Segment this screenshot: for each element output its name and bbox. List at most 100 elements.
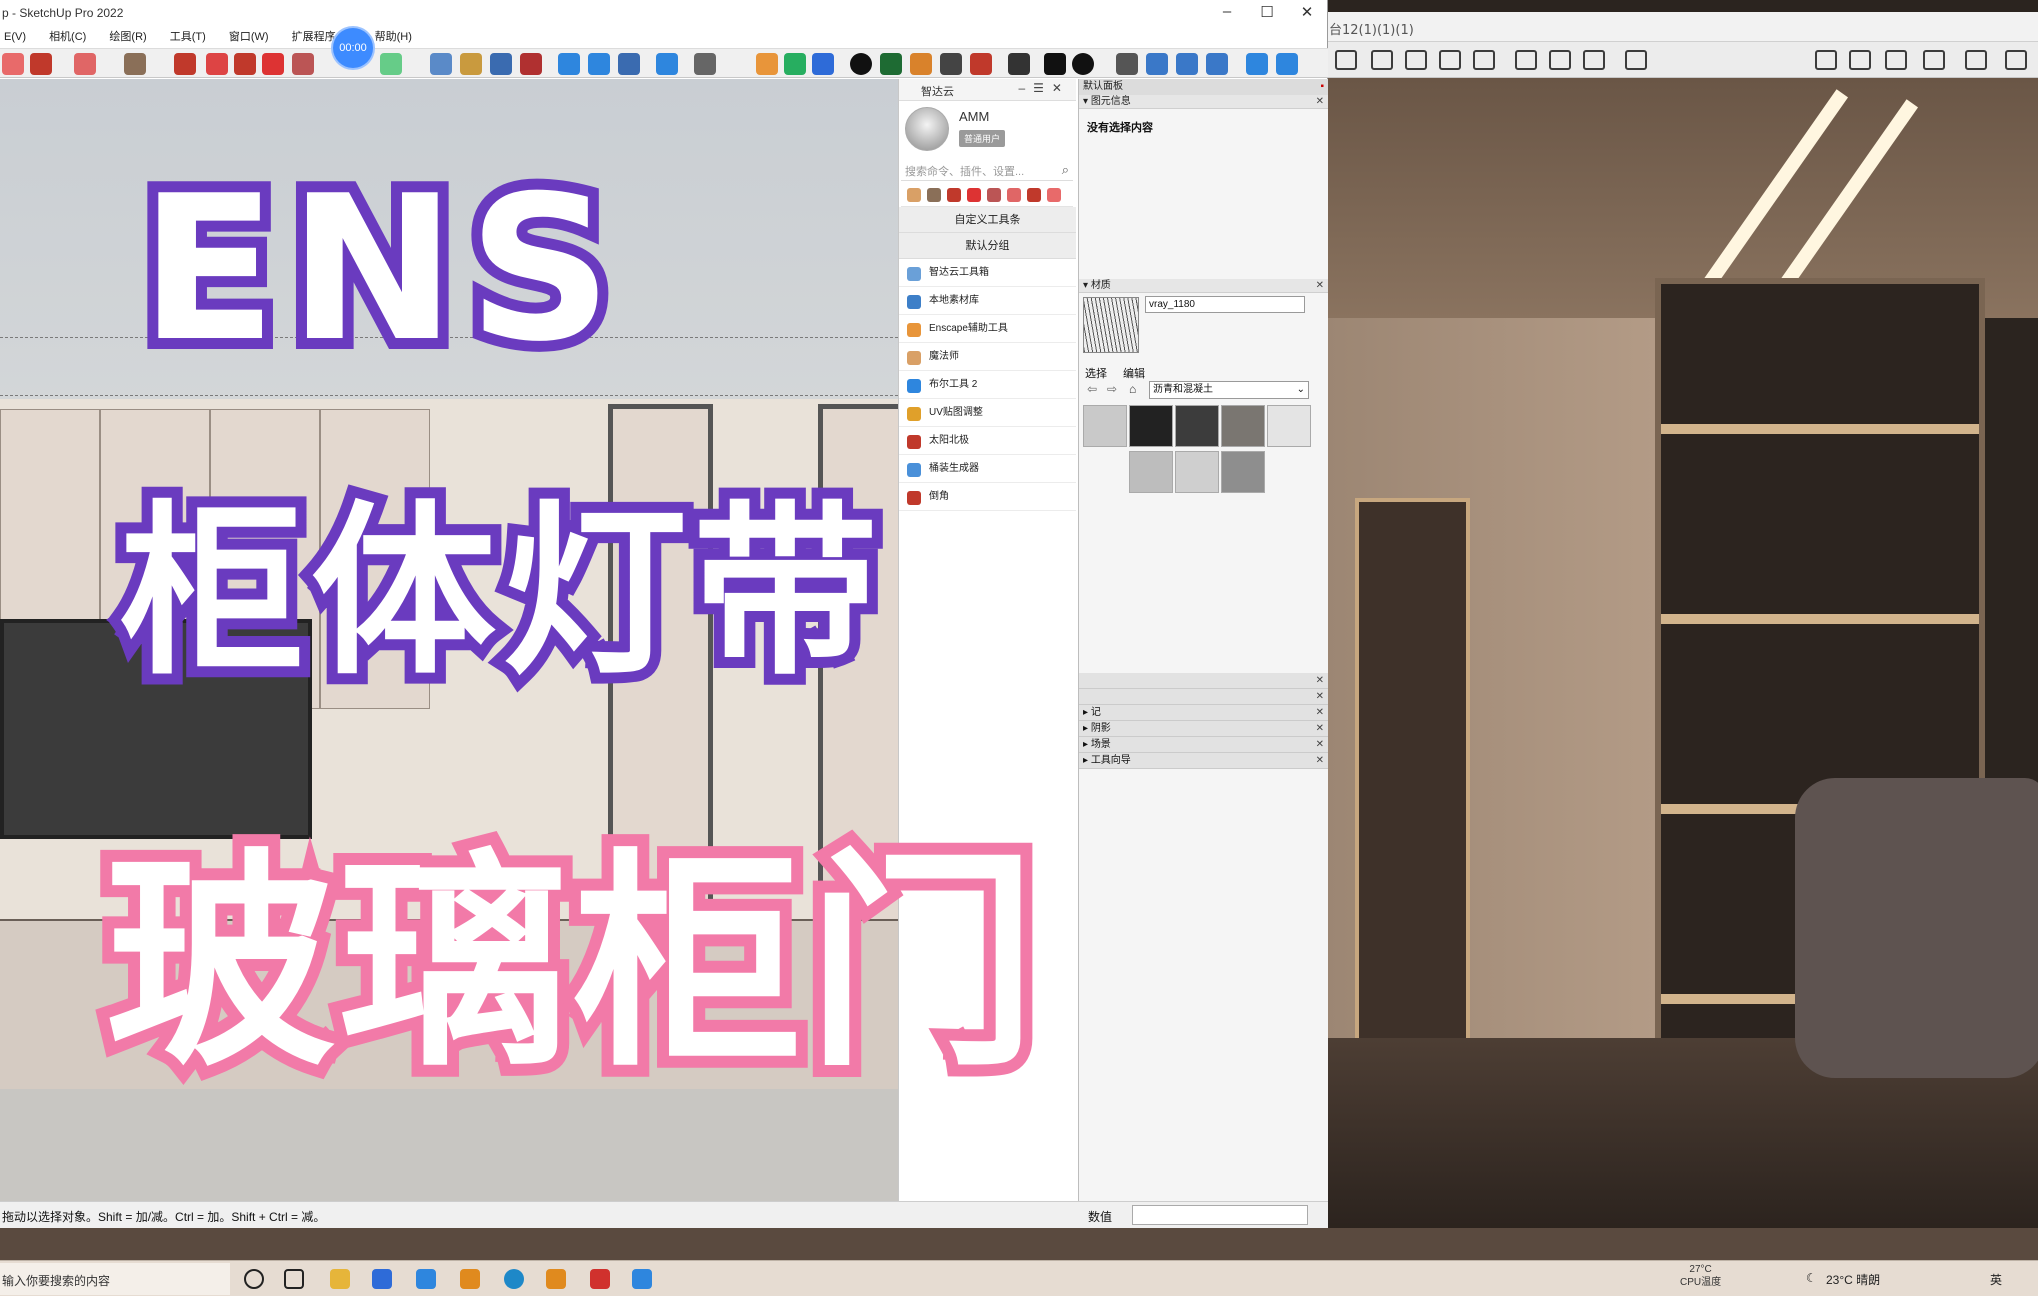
tray-panel-scenes[interactable]: ▸ 场景 ✕ — [1079, 737, 1328, 753]
forward-arrow-icon[interactable]: ⇨ — [1107, 382, 1117, 396]
netease-music-icon[interactable] — [590, 1269, 610, 1289]
tray-header[interactable]: 默认面板 ▪ — [1079, 79, 1328, 95]
material-swatch[interactable] — [1221, 405, 1265, 447]
menu-window[interactable]: 窗口(W) — [229, 26, 269, 48]
task-view-icon[interactable] — [284, 1269, 304, 1289]
library-icon[interactable] — [1923, 50, 1945, 70]
section-default-group[interactable]: 默认分组 — [899, 233, 1076, 259]
plugin-item[interactable]: UV贴图调整 — [899, 399, 1076, 427]
gear-icon[interactable] — [1008, 53, 1030, 75]
material-swatch[interactable] — [1221, 451, 1265, 493]
entity-info-header[interactable]: ▾ 图元信息 ✕ — [1079, 95, 1328, 109]
render-window-titlebar[interactable]: 台12(1)(1)(1) — [1325, 12, 2038, 42]
material-swatch[interactable] — [1129, 405, 1173, 447]
push-icon[interactable] — [1027, 188, 1041, 202]
material-swatch[interactable] — [1267, 405, 1311, 447]
close-icon[interactable]: ✕ — [1316, 753, 1324, 769]
menu-view[interactable]: E(V) — [4, 26, 26, 48]
plugin-item[interactable]: 智达云工具箱 — [899, 259, 1076, 287]
add-icon[interactable] — [850, 53, 872, 75]
account-icon[interactable] — [694, 53, 716, 75]
top-view-icon[interactable] — [1176, 53, 1198, 75]
material-swatch[interactable] — [1175, 451, 1219, 493]
move-icon[interactable] — [947, 188, 961, 202]
search-icon[interactable]: ⌕ — [1062, 162, 1069, 178]
follow-me-icon[interactable] — [206, 53, 228, 75]
app-icon[interactable] — [460, 1269, 480, 1289]
tray-panel-blank[interactable]: ✕ — [1079, 673, 1328, 689]
zoom-icon[interactable] — [490, 53, 512, 75]
batch-export-icon[interactable] — [1549, 50, 1571, 70]
exe-export-icon[interactable] — [1625, 50, 1647, 70]
material-swatch[interactable] — [1129, 451, 1173, 493]
orbit-icon[interactable] — [430, 53, 452, 75]
app-icon[interactable] — [546, 1269, 566, 1289]
home-icon[interactable]: ⌂ — [1129, 382, 1136, 396]
extension-icon[interactable] — [812, 53, 834, 75]
panorama-icon[interactable] — [1583, 50, 1605, 70]
close-button[interactable]: ✕ — [1292, 3, 1322, 21]
plugin-item[interactable]: 桶装生成器 — [899, 455, 1076, 483]
follow-icon[interactable] — [1007, 188, 1021, 202]
paint-bucket-icon[interactable] — [380, 53, 402, 75]
sketchup-icon[interactable] — [632, 1269, 652, 1289]
close-icon[interactable]: ✕ — [1316, 689, 1324, 705]
axes-icon[interactable] — [1116, 53, 1138, 75]
info-icon[interactable] — [1072, 53, 1094, 75]
plugin-item[interactable]: 布尔工具 2 — [899, 371, 1076, 399]
rotate-icon[interactable] — [262, 53, 284, 75]
layers-icon[interactable] — [618, 53, 640, 75]
titlebar[interactable]: p - SketchUp Pro 2022 – ☐ ✕ — [0, 0, 1327, 26]
section-plane-icon[interactable] — [558, 53, 580, 75]
checker-icon[interactable] — [940, 53, 962, 75]
plugin-item[interactable]: 本地素材库 — [899, 287, 1076, 315]
settings-tool-icon[interactable] — [1965, 50, 1987, 70]
menu-camera[interactable]: 相机(C) — [49, 26, 86, 48]
cortana-icon[interactable] — [244, 1269, 264, 1289]
file-explorer-icon[interactable] — [330, 1269, 350, 1289]
shape-tool-icon[interactable] — [1405, 50, 1427, 70]
tray-close-icon[interactable]: ▪ — [1320, 79, 1324, 95]
rotate-icon[interactable] — [967, 188, 981, 202]
building-icon[interactable] — [1439, 50, 1461, 70]
clapper-icon[interactable] — [1473, 50, 1495, 70]
rect-icon[interactable] — [927, 188, 941, 202]
mail-app-icon[interactable] — [416, 1269, 436, 1289]
plugin-item[interactable]: Enscape辅助工具 — [899, 315, 1076, 343]
map-icon[interactable] — [1815, 50, 1837, 70]
tray-panel-instructor[interactable]: ▸ 工具向导 ✕ — [1079, 753, 1328, 769]
close-icon[interactable]: ✕ — [1316, 737, 1324, 753]
material-library-select[interactable]: 沥青和混凝土 ⌄ — [1149, 381, 1309, 399]
store-icon[interactable] — [372, 1269, 392, 1289]
more-tool-icon[interactable] — [2005, 50, 2027, 70]
tray-panel-tags[interactable]: ▸ 记 ✕ — [1079, 705, 1328, 721]
refresh-icon[interactable] — [784, 53, 806, 75]
pan-icon[interactable] — [460, 53, 482, 75]
materials-header[interactable]: ▾ 材质 ✕ — [1079, 279, 1328, 293]
render-viewport[interactable] — [1325, 78, 2038, 1232]
avatar[interactable] — [905, 107, 949, 151]
sandbox-icon[interactable] — [656, 53, 678, 75]
curve-tool-icon[interactable] — [1246, 53, 1268, 75]
cloud-upload-icon[interactable] — [970, 53, 992, 75]
edge-icon[interactable] — [504, 1269, 524, 1289]
plugin-item[interactable]: 倒角 — [899, 483, 1076, 511]
maximize-button[interactable]: ☐ — [1252, 3, 1282, 21]
bezier-icon[interactable] — [1276, 53, 1298, 75]
measurements-input[interactable] — [1132, 1205, 1308, 1225]
eraser-icon[interactable] — [2, 53, 24, 75]
current-material-swatch[interactable] — [1083, 297, 1139, 353]
plugin-header[interactable]: 智达云 –☰✕ — [899, 79, 1076, 101]
warehouse-icon[interactable] — [756, 53, 778, 75]
weather-status[interactable]: 23°C 晴朗 — [1826, 1271, 1880, 1288]
front-view-icon[interactable] — [1206, 53, 1228, 75]
close-icon[interactable]: ✕ — [1316, 705, 1324, 721]
taskbar-search[interactable]: 输入你要搜索的内容 — [0, 1263, 230, 1295]
material-swatch[interactable] — [1083, 405, 1127, 447]
binoculars-icon[interactable] — [1371, 50, 1393, 70]
move-icon[interactable] — [234, 53, 256, 75]
iso-view-icon[interactable] — [1146, 53, 1168, 75]
close-icon[interactable]: ✕ — [1316, 673, 1324, 689]
close-icon[interactable]: ✕ — [1316, 279, 1324, 293]
tray-panel-shadows[interactable]: ▸ 阴影 ✕ — [1079, 721, 1328, 737]
